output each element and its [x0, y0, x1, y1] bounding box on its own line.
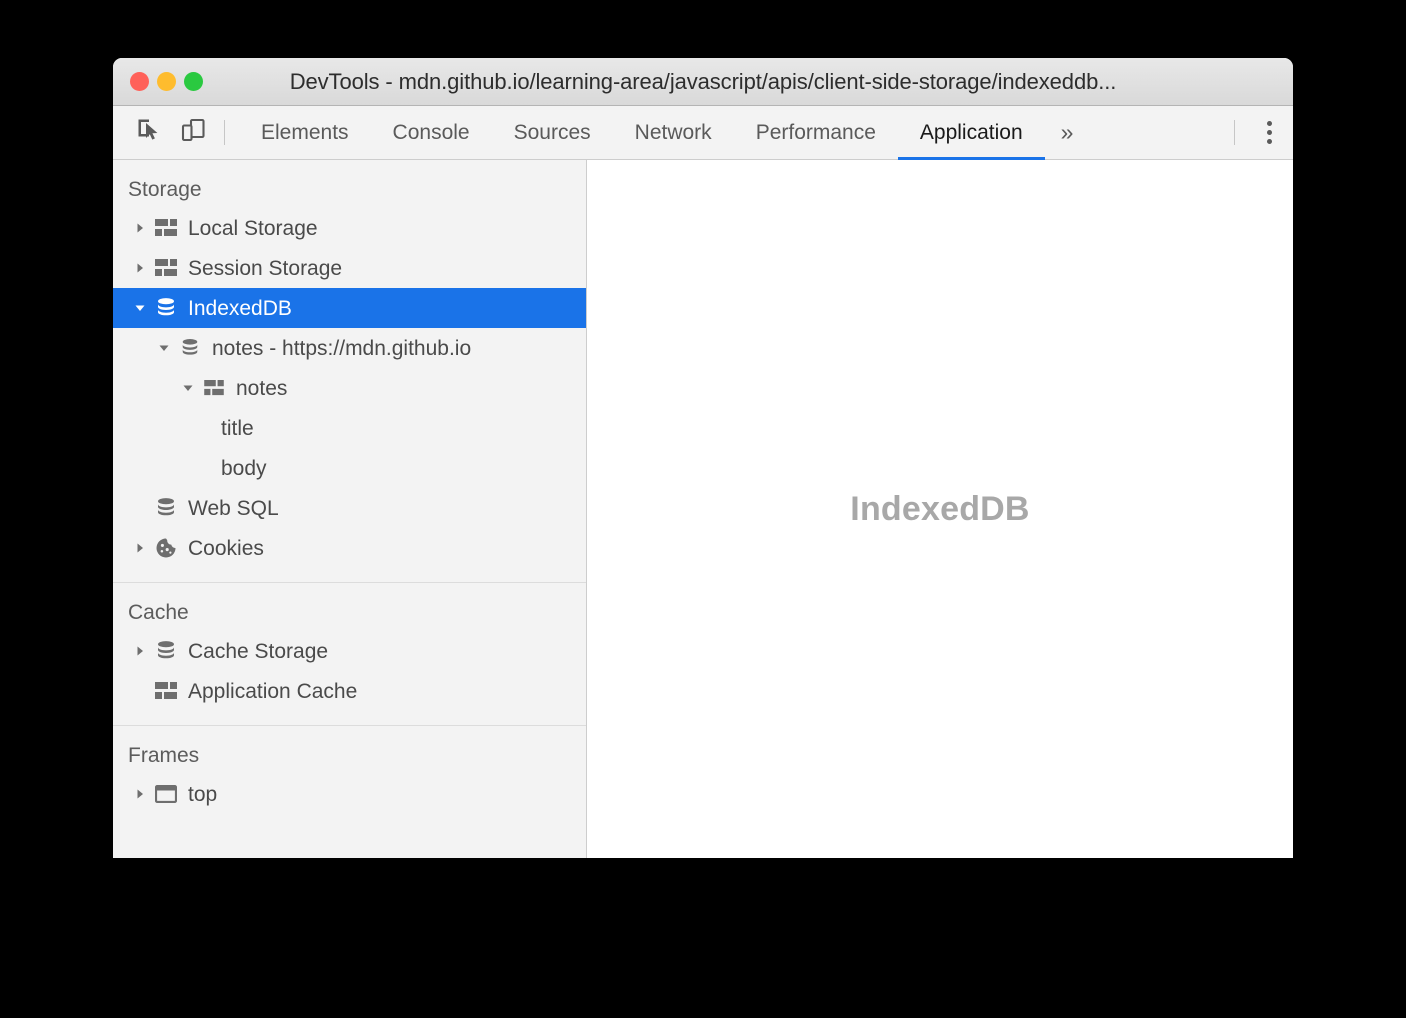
sidebar-item-label: IndexedDB — [188, 296, 292, 320]
chevron-down-icon[interactable] — [153, 342, 175, 354]
more-tabs-button[interactable]: » — [1045, 106, 1090, 159]
more-options-button[interactable] — [1245, 106, 1293, 159]
window-title: DevTools - mdn.github.io/learning-area/j… — [289, 68, 1117, 94]
sidebar-item-notes-database[interactable]: notes - https://mdn.github.io — [113, 328, 586, 368]
window-titlebar: DevTools - mdn.github.io/learning-area/j… — [113, 58, 1293, 106]
tab-label: Network — [634, 120, 712, 144]
table-icon — [151, 219, 181, 237]
frame-icon — [151, 785, 181, 803]
tab-performance[interactable]: Performance — [734, 106, 898, 159]
chevron-right-icon[interactable] — [129, 788, 151, 800]
kebab-dot-icon — [1266, 139, 1272, 144]
section-title-frames: Frames — [128, 744, 200, 767]
kebab-dot-icon — [1266, 130, 1272, 135]
sidebar-item-label: Session Storage — [188, 256, 343, 280]
sidebar-item-index-body[interactable]: body — [113, 448, 586, 488]
tab-label: Sources — [513, 120, 591, 144]
section-title-storage: Storage — [128, 178, 202, 201]
database-icon — [151, 297, 181, 319]
table-icon — [151, 259, 181, 277]
sidebar-item-local-storage[interactable]: Local Storage — [113, 208, 586, 248]
device-toolbar-icon — [180, 117, 206, 148]
devtools-body: Storage Local Storage Session Storage In… — [113, 160, 1293, 858]
tab-label: Application — [919, 120, 1023, 144]
sidebar-item-label: Cookies — [188, 536, 264, 560]
application-sidebar[interactable]: Storage Local Storage Session Storage In… — [113, 160, 587, 858]
panel-placeholder-title: IndexedDB — [850, 489, 1030, 528]
tab-elements[interactable]: Elements — [239, 106, 371, 159]
sidebar-item-index-title[interactable]: title — [113, 408, 586, 448]
maximize-window-button[interactable] — [184, 72, 203, 91]
toolbar-divider — [224, 120, 225, 145]
sidebar-item-notes-objectstore[interactable]: notes — [113, 368, 586, 408]
chevron-right-icon[interactable] — [129, 262, 151, 274]
sidebar-item-web-sql[interactable]: Web SQL — [113, 488, 586, 528]
inspect-element-icon — [136, 117, 162, 148]
toolbar-divider-right — [1234, 120, 1235, 145]
sidebar-section-frames: Frames top — [113, 726, 586, 828]
sidebar-item-label: body — [221, 456, 267, 480]
chevron-down-icon[interactable] — [129, 302, 151, 314]
sidebar-item-label: notes — [236, 376, 288, 400]
chevron-right-icon[interactable] — [129, 542, 151, 554]
sidebar-item-label: top — [188, 782, 218, 806]
tab-application[interactable]: Application — [897, 106, 1045, 160]
chevron-right-icon[interactable] — [129, 645, 151, 657]
toolbar-right-group — [1225, 106, 1293, 159]
database-icon — [151, 497, 181, 519]
chevron-double-right-icon: » — [1060, 119, 1074, 145]
database-icon — [151, 640, 181, 662]
application-main-panel: IndexedDB — [587, 160, 1293, 858]
sidebar-item-application-cache[interactable]: Application Cache — [113, 671, 586, 711]
tab-label: Performance — [755, 120, 876, 144]
tab-network[interactable]: Network — [613, 106, 734, 159]
sidebar-item-label: Local Storage — [188, 216, 318, 240]
sidebar-item-indexeddb[interactable]: IndexedDB — [113, 288, 586, 328]
table-icon — [199, 380, 229, 396]
sidebar-item-session-storage[interactable]: Session Storage — [113, 248, 586, 288]
sidebar-item-top-frame[interactable]: top — [113, 774, 586, 814]
inspect-element-button[interactable] — [127, 106, 171, 159]
devtools-toolbar: Elements Console Sources Network Perform… — [113, 106, 1293, 160]
panel-tabs: Elements Console Sources Network Perform… — [239, 106, 1090, 160]
device-toolbar-button[interactable] — [171, 106, 215, 159]
cookie-icon — [151, 537, 181, 559]
kebab-dot-icon — [1266, 121, 1272, 126]
sidebar-item-label: Application Cache — [188, 679, 358, 703]
sidebar-item-label: title — [221, 416, 254, 440]
sidebar-item-cache-storage[interactable]: Cache Storage — [113, 631, 586, 671]
tab-label: Console — [392, 120, 470, 144]
chevron-down-icon[interactable] — [177, 382, 199, 394]
sidebar-section-storage: Storage Local Storage Session Storage In… — [113, 160, 586, 583]
window-traffic-lights — [130, 72, 203, 91]
sidebar-item-cookies[interactable]: Cookies — [113, 528, 586, 568]
sidebar-item-label: notes - https://mdn.github.io — [212, 336, 472, 360]
tab-sources[interactable]: Sources — [492, 106, 613, 159]
minimize-window-button[interactable] — [157, 72, 176, 91]
devtools-window: DevTools - mdn.github.io/learning-area/j… — [113, 58, 1293, 858]
sidebar-item-label: Cache Storage — [188, 639, 329, 663]
tab-label: Elements — [261, 120, 349, 144]
sidebar-item-label: Web SQL — [188, 496, 279, 520]
section-title-cache: Cache — [128, 601, 189, 624]
tab-console[interactable]: Console — [371, 106, 492, 159]
database-icon — [175, 338, 205, 358]
sidebar-section-cache: Cache Cache Storage Application Cache — [113, 583, 586, 726]
table-icon — [151, 682, 181, 700]
close-window-button[interactable] — [130, 72, 149, 91]
chevron-right-icon[interactable] — [129, 222, 151, 234]
